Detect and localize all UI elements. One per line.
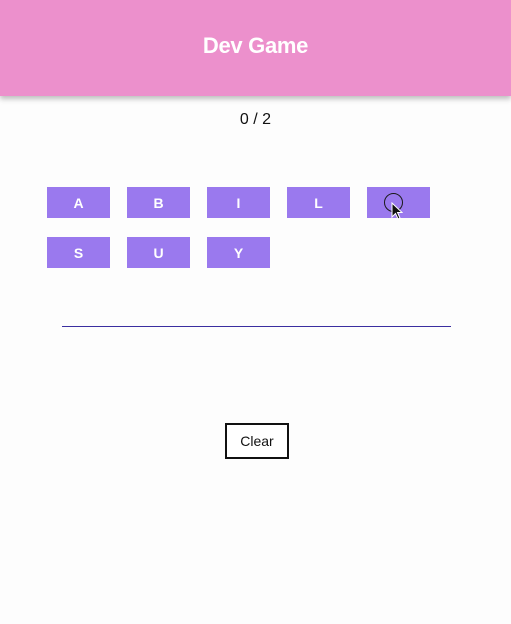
letter-tile-s[interactable]: S [47,237,110,268]
score-counter: 0 / 2 [239,111,272,128]
letter-tile-b[interactable]: B [127,187,190,218]
page-title: Dev Game [202,33,309,58]
letter-tile-l[interactable]: L [287,187,350,218]
letter-tile-a[interactable]: A [47,187,110,218]
clear-button[interactable]: Clear [225,423,289,459]
app-header: Dev Game [0,0,511,96]
letter-tile-y[interactable]: Y [207,237,270,268]
letter-tile-hovered[interactable] [367,187,430,218]
letter-tile-u[interactable]: U [127,237,190,268]
letter-tile-i[interactable]: I [207,187,270,218]
answer-line [62,326,451,327]
